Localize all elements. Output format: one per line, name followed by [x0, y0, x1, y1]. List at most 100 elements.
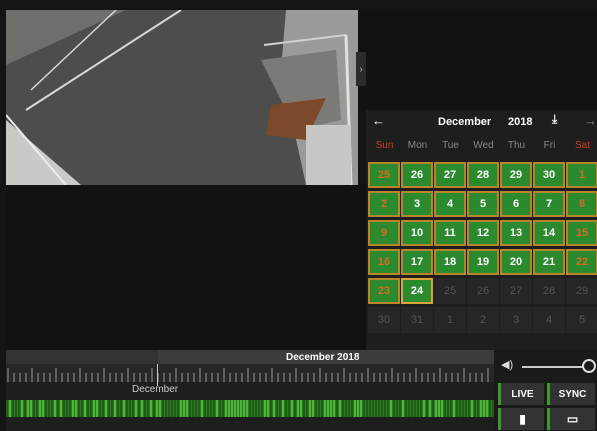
recording-segment [156, 400, 158, 417]
recording-segment [348, 400, 350, 417]
calendar-day[interactable]: 26 [467, 278, 499, 304]
recording-segment [123, 400, 125, 417]
calendar-day[interactable]: 29 [500, 162, 532, 188]
calendar-day[interactable]: 25 [368, 162, 400, 188]
calendar-day[interactable]: 10 [401, 220, 433, 246]
calendar-day[interactable]: 29 [566, 278, 597, 304]
recording-segment [273, 400, 275, 417]
calendar-month[interactable]: December [438, 116, 491, 128]
bookmark-button[interactable]: ▮ [498, 408, 544, 430]
calendar-day[interactable]: 13 [500, 220, 532, 246]
calendar-day[interactable]: 15 [566, 220, 597, 246]
volume-slider-knob[interactable] [582, 359, 596, 373]
timeline-cursor[interactable] [157, 364, 158, 386]
recording-segment [285, 400, 287, 417]
forward-arrow-icon[interactable]: → [584, 113, 597, 128]
bookmark-icon: ▮ [519, 412, 526, 426]
recording-segment [84, 400, 86, 417]
recording-segment [345, 400, 347, 417]
calendar-day[interactable]: 20 [500, 249, 532, 275]
recording-segment [240, 400, 242, 417]
recording-segment [489, 400, 491, 417]
recording-segment [465, 400, 467, 417]
calendar-day[interactable]: 6 [500, 191, 532, 217]
calendar-day[interactable]: 26 [401, 162, 433, 188]
calendar-button[interactable]: ▭ [547, 408, 595, 430]
recording-segments [6, 400, 494, 417]
recording-segment [390, 400, 392, 417]
calendar-day[interactable]: 25 [434, 278, 466, 304]
calendar-day[interactable]: 18 [434, 249, 466, 275]
chevron-right-icon: › [359, 63, 363, 75]
recording-segment [276, 400, 278, 417]
timeline-ruler[interactable] [6, 364, 494, 382]
recording-segment [279, 400, 281, 417]
recording-segment [72, 400, 74, 417]
calendar-day[interactable]: 4 [533, 307, 565, 333]
recording-segment [339, 400, 341, 417]
calendar-year[interactable]: 2018 [508, 116, 532, 128]
recording-segment [426, 400, 428, 417]
camera-image [6, 10, 358, 185]
camera-feed[interactable] [6, 10, 358, 185]
calendar-day[interactable]: 4 [434, 191, 466, 217]
recording-segment [69, 400, 71, 417]
recording-segment [399, 400, 401, 417]
calendar-day[interactable]: 5 [566, 307, 597, 333]
recording-segment [381, 400, 383, 417]
calendar-day[interactable]: 7 [533, 191, 565, 217]
sync-button[interactable]: SYNC [547, 383, 595, 405]
timeline[interactable]: December 2018 December [6, 350, 494, 431]
calendar-day[interactable]: 27 [434, 162, 466, 188]
calendar-day[interactable]: 14 [533, 220, 565, 246]
calendar-day[interactable]: 27 [500, 278, 532, 304]
calendar-day[interactable]: 1 [566, 162, 597, 188]
recording-track[interactable] [6, 400, 494, 417]
empty-camera-tile[interactable] [6, 185, 366, 350]
live-button[interactable]: LIVE [498, 383, 544, 405]
recording-segment [291, 400, 293, 417]
recording-segment [177, 400, 179, 417]
recording-segment [147, 400, 149, 417]
recording-segment [342, 400, 344, 417]
back-arrow-icon[interactable]: ← [372, 113, 385, 128]
calendar-day[interactable]: 2 [368, 191, 400, 217]
download-icon[interactable]: ⤓ [552, 112, 557, 127]
empty-camera-tile-right[interactable] [358, 10, 597, 110]
calendar-day[interactable]: 22 [566, 249, 597, 275]
calendar-day[interactable]: 3 [401, 191, 433, 217]
calendar-day[interactable]: 3 [500, 307, 532, 333]
calendar-day[interactable]: 21 [533, 249, 565, 275]
calendar-day[interactable]: 2 [467, 307, 499, 333]
recording-segment [333, 400, 335, 417]
calendar-day[interactable]: 17 [401, 249, 433, 275]
calendar-day[interactable]: 19 [467, 249, 499, 275]
recording-segment [435, 400, 437, 417]
recording-segment [45, 400, 47, 417]
calendar-day[interactable]: 31 [401, 307, 433, 333]
calendar-day[interactable]: 8 [566, 191, 597, 217]
calendar-day[interactable]: 9 [368, 220, 400, 246]
panel-collapse-handle[interactable]: › [356, 52, 366, 86]
calendar-day[interactable]: 23 [368, 278, 400, 304]
calendar-day[interactable]: 24 [401, 278, 433, 304]
recording-segment [477, 400, 479, 417]
calendar-day[interactable]: 30 [368, 307, 400, 333]
volume-slider-track[interactable] [522, 366, 584, 368]
calendar-day[interactable]: 1 [434, 307, 466, 333]
calendar-icon: ▭ [566, 412, 579, 426]
recording-segment [447, 400, 449, 417]
recording-segment [51, 400, 53, 417]
calendar-header: ← December 2018 ⤓ → [366, 110, 597, 134]
calendar-day[interactable]: 30 [533, 162, 565, 188]
calendar-day[interactable]: 16 [368, 249, 400, 275]
volume-icon[interactable]: ◀) [501, 358, 513, 371]
recording-segment [411, 400, 413, 417]
calendar-day[interactable]: 11 [434, 220, 466, 246]
recording-segment [225, 400, 227, 417]
calendar-day[interactable]: 5 [467, 191, 499, 217]
calendar-day[interactable]: 28 [533, 278, 565, 304]
recording-segment [450, 400, 452, 417]
calendar-day[interactable]: 28 [467, 162, 499, 188]
calendar-day[interactable]: 12 [467, 220, 499, 246]
